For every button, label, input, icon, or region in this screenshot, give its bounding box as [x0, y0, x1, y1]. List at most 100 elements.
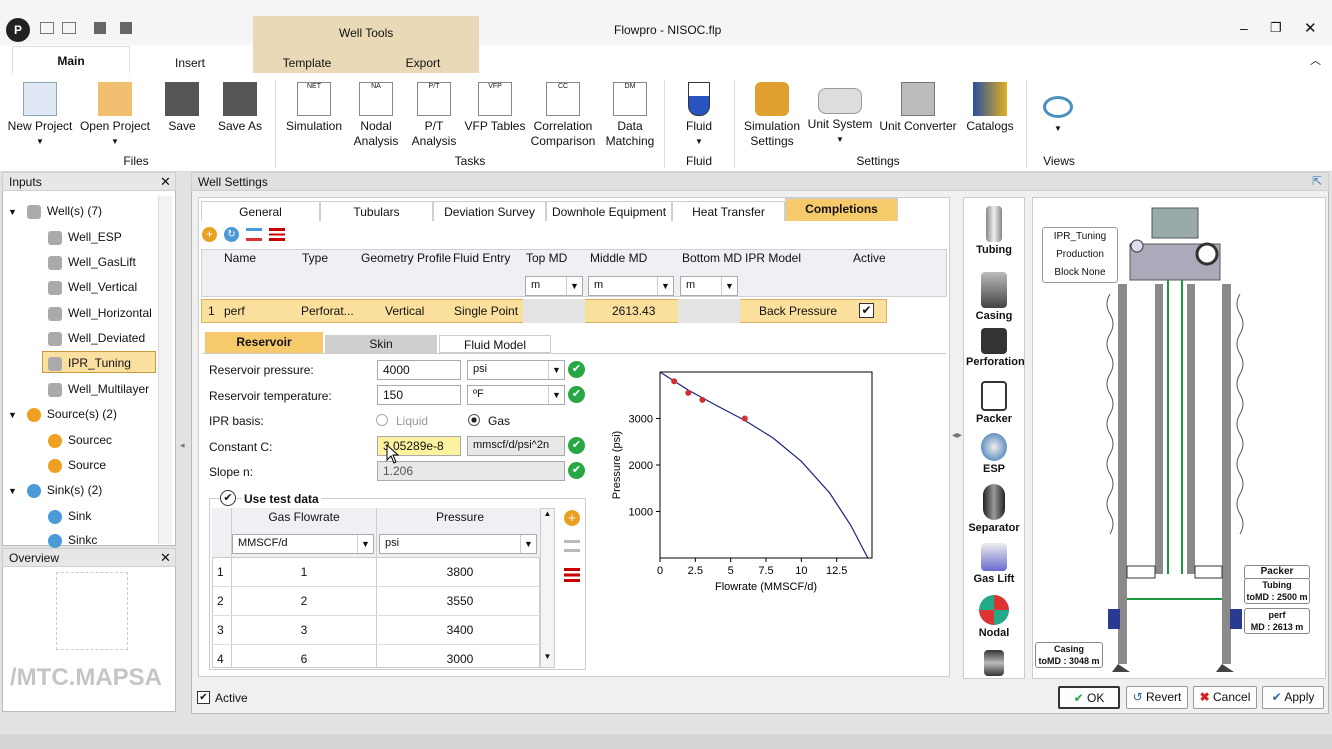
add-row-icon[interactable]: + — [564, 510, 580, 526]
fluid-button[interactable]: Fluid ▼ — [674, 82, 724, 149]
apply-button[interactable]: ✔ Apply — [1262, 686, 1324, 709]
gas-radio[interactable] — [468, 414, 480, 426]
palette-separator[interactable]: Separator — [966, 484, 1022, 534]
reservoir-temp-input[interactable]: 150 — [377, 385, 461, 405]
use-test-data-checkbox[interactable]: ✔ — [220, 490, 236, 506]
cell-fluid-entry[interactable]: Single Point — [454, 304, 518, 318]
test-table-scrollbar[interactable]: ▲ ▼ — [540, 508, 555, 668]
cancel-button[interactable]: ✖ Cancel — [1193, 686, 1257, 709]
unit-system-button[interactable]: Unit System ▼ — [806, 82, 874, 147]
collapse-ribbon-icon[interactable]: ︿ — [1310, 52, 1321, 68]
tab-downhole-equipment[interactable]: Downhole Equipment — [546, 201, 672, 221]
unit-converter-button[interactable]: Unit Converter — [878, 82, 958, 134]
cell-type[interactable]: Perforat... — [301, 304, 354, 318]
palette-perforation[interactable]: Perforation — [966, 328, 1025, 368]
open-project-button[interactable]: Open Project ▼ — [78, 82, 152, 149]
minimize-icon[interactable]: – — [1240, 20, 1248, 36]
tree-item-well[interactable]: Well_Vertical — [48, 280, 137, 295]
tree-item-well[interactable]: Well_Multilayer — [48, 382, 149, 397]
subtab-fluid-model[interactable]: Fluid Model — [439, 335, 551, 353]
pin-icon[interactable]: ⇱ — [1312, 174, 1322, 188]
vfp-tables-button[interactable]: VFP VFP Tables — [464, 82, 526, 134]
cell-ipr-model[interactable]: Back Pressure — [759, 304, 837, 318]
inputs-scrollbar[interactable] — [158, 196, 172, 544]
active-footer-checkbox[interactable]: ✔ — [197, 691, 210, 704]
restore-icon[interactable]: ❐ — [1270, 20, 1282, 36]
palette-casing[interactable]: Casing — [966, 272, 1022, 322]
flowrate-unit-select[interactable]: MMSCF/d ▼ — [232, 534, 374, 554]
slope-n-input[interactable]: 1.206 — [377, 461, 565, 481]
tree-item-well-selected[interactable]: IPR_Tuning — [42, 351, 156, 373]
tree-item-well[interactable]: Well_Horizontal — [48, 306, 152, 321]
inputs-close-icon[interactable]: ✕ — [160, 174, 171, 190]
tab-heat-transfer[interactable]: Heat Transfer — [672, 201, 785, 221]
simulation-settings-button[interactable]: Simulation Settings — [740, 82, 804, 149]
tab-template[interactable]: Template — [270, 56, 344, 74]
bottom-md-cell[interactable] — [678, 299, 740, 323]
bottom-md-unit-select[interactable]: m ▼ — [680, 276, 738, 296]
palette-gas-lift[interactable]: Gas Lift — [966, 543, 1022, 585]
folder-icon[interactable] — [62, 22, 76, 34]
cell-name[interactable]: perf — [224, 304, 245, 318]
palette-packer[interactable]: Packer — [966, 381, 1022, 425]
new-project-button[interactable]: New Project ▼ — [4, 82, 76, 149]
middle-md-unit-select[interactable]: m ▼ — [588, 276, 674, 296]
tree-item-well[interactable]: Well_GasLift — [48, 255, 136, 270]
reservoir-pressure-input[interactable]: 4000 — [377, 360, 461, 380]
cell-middle-md[interactable]: 2613.43 — [612, 304, 655, 318]
simulation-button[interactable]: NET Simulation — [284, 82, 344, 134]
subtab-skin[interactable]: Skin — [325, 335, 437, 353]
c-unit-field[interactable]: mmscf/d/psi^2n — [467, 436, 565, 456]
pt-analysis-button[interactable]: P/T P/T Analysis — [408, 82, 460, 149]
open-icon[interactable] — [40, 22, 54, 34]
active-checkbox[interactable]: ✔ — [859, 303, 874, 318]
table-row[interactable]: 3 3 3400 — [212, 616, 540, 645]
tree-item-sink[interactable]: Sink — [48, 509, 91, 524]
subtab-reservoir[interactable]: Reservoir — [205, 332, 323, 353]
save-as-button[interactable]: Save As — [214, 82, 266, 134]
overview-minimap[interactable] — [56, 572, 128, 650]
views-button[interactable]: ▼ — [1036, 96, 1080, 136]
close-icon[interactable]: ✕ — [1304, 19, 1317, 37]
pressure-unit-select-test[interactable]: psi ▼ — [379, 534, 537, 554]
palette-tubing[interactable]: Tubing — [966, 206, 1022, 256]
insert-row-icon[interactable] — [246, 228, 262, 241]
sources-node[interactable]: ▼ Source(s) (2) — [8, 407, 117, 422]
save-as-icon[interactable] — [120, 22, 132, 34]
table-row[interactable]: 2 2 3550 — [212, 587, 540, 616]
tree-item-well[interactable]: Well_ESP — [48, 230, 122, 245]
tab-main[interactable]: Main — [12, 46, 130, 74]
save-icon[interactable] — [94, 22, 106, 34]
splitter-arrow-icon[interactable]: ◂ — [180, 440, 185, 451]
nodal-analysis-button[interactable]: NA Nodal Analysis — [350, 82, 402, 149]
tab-insert[interactable]: Insert — [150, 56, 230, 74]
add-icon[interactable]: + — [202, 227, 217, 242]
sinks-node[interactable]: ▼ Sink(s) (2) — [8, 483, 102, 498]
liquid-radio[interactable] — [376, 414, 388, 426]
wells-node[interactable]: ▼ Well(s) (7) — [8, 204, 102, 219]
palette-nodal[interactable]: Nodal — [966, 595, 1022, 639]
tab-tubulars[interactable]: Tubulars — [320, 201, 433, 221]
tree-item-well[interactable]: Well_Deviated — [48, 331, 145, 346]
correlation-comparison-button[interactable]: CC Correlation Comparison — [530, 82, 596, 149]
insert-row-icon[interactable] — [564, 540, 580, 552]
cell-geometry[interactable]: Vertical — [385, 304, 424, 318]
delete-row-icon[interactable] — [269, 228, 285, 241]
tree-item-source[interactable]: Source — [48, 458, 106, 473]
temp-unit-select[interactable]: ºF ▼ — [467, 385, 565, 405]
quick-access-toolbar[interactable] — [40, 22, 140, 38]
tree-item-sink[interactable]: Sinkc — [48, 533, 97, 548]
top-md-unit-select[interactable]: m ▼ — [525, 276, 583, 296]
overview-close-icon[interactable]: ✕ — [160, 550, 171, 566]
ok-button[interactable]: ✔ OK — [1058, 686, 1120, 709]
tree-item-source[interactable]: Sourcec — [48, 433, 112, 448]
splitter-arrow-icon[interactable]: ◂▸ — [952, 430, 962, 441]
table-row[interactable]: 4 6 3000 — [212, 645, 540, 668]
palette-more[interactable] — [966, 650, 1022, 678]
table-row[interactable]: 1 1 3800 — [212, 558, 540, 587]
palette-esp[interactable]: ESP — [966, 433, 1022, 475]
data-matching-button[interactable]: DM Data Matching — [600, 82, 660, 149]
catalogs-button[interactable]: Catalogs — [962, 82, 1018, 134]
delete-row-icon[interactable] — [564, 568, 580, 582]
refresh-icon[interactable]: ↻ — [224, 227, 239, 242]
